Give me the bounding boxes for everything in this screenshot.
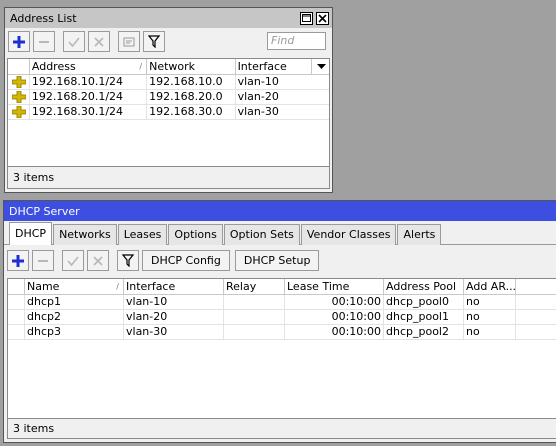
add-arp-cell: no — [464, 310, 516, 324]
interface-cell: vlan-20 — [124, 310, 224, 324]
column-header-interface[interactable]: Interface — [236, 59, 313, 75]
tab-dhcp[interactable]: DHCP — [9, 222, 53, 245]
pool-cell: dhcp_pool1 — [384, 310, 464, 324]
dhcp-titlebar[interactable]: DHCP Server — [4, 201, 556, 221]
interface-cell: vlan-20 — [237, 90, 279, 103]
tab-alerts[interactable]: Alerts — [397, 224, 442, 245]
sort-icon: / — [116, 282, 119, 291]
interface-cell: vlan-30 — [237, 105, 279, 118]
add-arp-cell: no — [464, 295, 516, 309]
lease-time-cell: 00:10:00 — [285, 295, 384, 309]
column-header-address-pool[interactable]: Address Pool — [384, 279, 464, 295]
find-input[interactable]: Find — [267, 32, 326, 50]
network-cell: 192.168.30.0 — [147, 105, 236, 119]
relay-cell — [224, 295, 285, 309]
name-cell: dhcp2 — [25, 310, 124, 324]
address-toolbar: Find — [5, 28, 332, 55]
dhcp-server-window: DHCP Server DHCP Networks Leases Options Opt… — [3, 200, 556, 443]
address-cell: 192.168.30.1/24 — [30, 105, 148, 119]
check-icon[interactable] — [63, 31, 85, 52]
table-row[interactable]: 192.168.20.1/24 192.168.20.0 vlan-20 — [8, 90, 329, 105]
network-cell: 192.168.20.0 — [147, 90, 236, 104]
column-header-lease-time[interactable]: Lease Time — [285, 279, 384, 295]
interface-cell: vlan-10 — [124, 295, 224, 309]
address-list-window: Address List Find Address / Network Inte… — [4, 7, 333, 193]
pool-cell: dhcp_pool2 — [384, 325, 464, 339]
column-header-add-arp[interactable]: Add AR... — [464, 279, 516, 295]
dhcp-statusbar: 3 items — [7, 419, 556, 439]
filter-icon[interactable] — [143, 31, 165, 52]
address-plus-icon — [8, 90, 30, 104]
column-header-network[interactable]: Network — [147, 59, 236, 75]
address-table: Address / Network Interface 192.168.10.1… — [7, 58, 330, 167]
plus-icon[interactable] — [7, 250, 29, 271]
maximize-icon[interactable] — [300, 11, 313, 25]
check-icon[interactable] — [62, 250, 84, 271]
lease-time-cell: 00:10:00 — [285, 325, 384, 339]
pool-cell: dhcp_pool0 — [384, 295, 464, 309]
table-row[interactable]: dhcp1 vlan-10 00:10:00 dhcp_pool0 no — [8, 295, 556, 310]
window-title: Address List — [10, 11, 77, 25]
x-icon[interactable] — [87, 250, 109, 271]
column-header-address[interactable]: Address / — [30, 59, 148, 75]
dhcp-setup-button[interactable]: DHCP Setup — [234, 250, 320, 271]
column-label: Address — [31, 60, 76, 73]
address-table-header: Address / Network Interface — [8, 59, 329, 75]
tab-leases[interactable]: Leases — [117, 224, 168, 245]
x-icon[interactable] — [88, 31, 110, 52]
header-spacer — [8, 59, 30, 75]
minus-icon[interactable] — [32, 250, 54, 271]
dhcp-table-header: Name / Interface Relay Lease Time Addres… — [8, 279, 556, 295]
add-arp-cell: no — [464, 325, 516, 339]
interface-cell: vlan-10 — [237, 75, 279, 88]
address-list-titlebar[interactable]: Address List — [5, 8, 332, 28]
dhcp-config-button[interactable]: DHCP Config — [142, 250, 230, 271]
table-row[interactable]: 192.168.30.1/24 192.168.30.0 vlan-30 — [8, 105, 329, 120]
dhcp-tabs: DHCP Networks Leases Options Option Sets Vend… — [4, 221, 556, 245]
close-icon[interactable] — [316, 11, 329, 25]
address-statusbar: 3 items — [7, 167, 330, 189]
dhcp-table: Name / Interface Relay Lease Time Addres… — [7, 278, 556, 419]
filter-icon[interactable] — [117, 250, 139, 271]
header-spacer — [8, 279, 25, 295]
window-title: DHCP Server — [9, 204, 80, 218]
dhcp-toolbar: DHCP Config DHCP Setup — [4, 247, 556, 274]
column-header-name[interactable]: Name / — [25, 279, 124, 295]
plus-icon[interactable] — [8, 31, 30, 52]
tab-options[interactable]: Options — [168, 224, 223, 245]
row-spacer — [8, 295, 25, 309]
tab-option-sets[interactable]: Option Sets — [223, 224, 300, 245]
name-cell: dhcp1 — [25, 295, 124, 309]
status-text: 3 items — [13, 422, 55, 435]
column-menu-icon[interactable] — [312, 59, 329, 75]
relay-cell — [224, 325, 285, 339]
address-plus-icon — [8, 75, 30, 89]
tab-vendor-classes[interactable]: Vendor Classes — [300, 224, 397, 245]
address-plus-icon — [8, 105, 30, 119]
row-spacer — [8, 325, 25, 339]
tab-networks[interactable]: Networks — [53, 224, 117, 245]
lease-time-cell: 00:10:00 — [285, 310, 384, 324]
network-cell: 192.168.10.0 — [147, 75, 236, 89]
minus-icon[interactable] — [33, 31, 55, 52]
comment-icon[interactable] — [118, 31, 140, 52]
column-label: Name — [27, 280, 60, 293]
relay-cell — [224, 310, 285, 324]
address-cell: 192.168.10.1/24 — [30, 75, 148, 89]
column-header-interface[interactable]: Interface — [124, 279, 224, 295]
status-text: 3 items — [13, 171, 55, 184]
interface-cell: vlan-30 — [124, 325, 224, 339]
table-row[interactable]: 192.168.10.1/24 192.168.10.0 vlan-10 — [8, 75, 329, 90]
sort-icon: / — [139, 62, 143, 71]
column-header-relay[interactable]: Relay — [224, 279, 285, 295]
row-spacer — [8, 310, 25, 324]
table-row[interactable]: dhcp3 vlan-30 00:10:00 dhcp_pool2 no — [8, 325, 556, 340]
name-cell: dhcp3 — [25, 325, 124, 339]
address-cell: 192.168.20.1/24 — [30, 90, 148, 104]
table-row[interactable]: dhcp2 vlan-20 00:10:00 dhcp_pool1 no — [8, 310, 556, 325]
